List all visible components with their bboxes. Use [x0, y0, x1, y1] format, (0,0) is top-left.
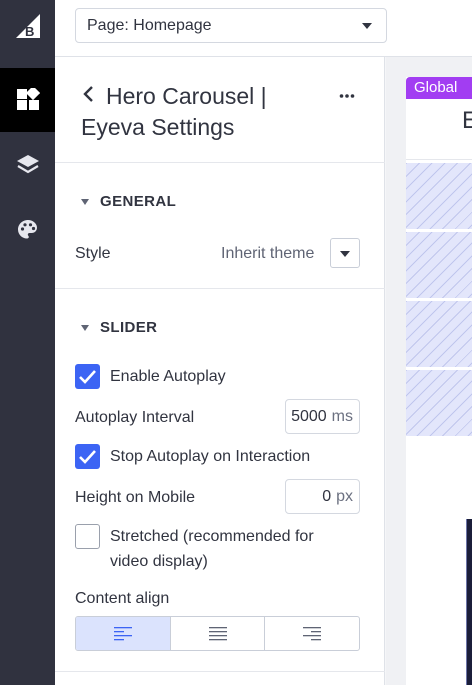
caret-down-icon [81, 198, 89, 205]
height-mobile-label: Height on Mobile [75, 489, 196, 506]
widgets-icon [16, 88, 40, 110]
panel-header: Hero Carousel | Eyeva Settings [55, 57, 385, 163]
top-bar: Page: Homepage [55, 0, 472, 57]
stop-autoplay-checkbox[interactable] [75, 444, 100, 469]
checkmark-icon [79, 370, 96, 384]
align-left-icon [113, 626, 132, 640]
preview-frame[interactable]: Global E [406, 77, 472, 685]
stretched-label[interactable]: Stretched (recommended for video display… [110, 524, 350, 574]
global-region-tag: Global [406, 77, 472, 99]
slider-section-toggle[interactable]: SLIDER [81, 319, 157, 336]
divider [55, 288, 385, 289]
preview-carousel-slide[interactable] [466, 519, 472, 685]
stop-autoplay-label[interactable]: Stop Autoplay on Interaction [110, 444, 310, 469]
enable-autoplay-checkbox[interactable] [75, 364, 100, 389]
checkmark-icon [79, 450, 96, 464]
bigcommerce-logo[interactable]: B [0, 0, 55, 52]
autoplay-interval-label: Autoplay Interval [75, 409, 195, 426]
caret-down-icon [340, 251, 350, 257]
content-align-segmented [75, 616, 360, 651]
widget-placeholder[interactable] [406, 161, 472, 229]
widget-settings-panel: Hero Carousel | Eyeva Settings GENERAL S… [55, 57, 385, 685]
bigcommerce-logo-icon: B [15, 14, 40, 39]
align-right-button[interactable] [265, 617, 359, 650]
autoplay-interval-value: 5000 [291, 407, 327, 425]
autoplay-interval-input[interactable]: 5000 ms [285, 399, 360, 434]
palette-icon [17, 220, 37, 239]
stretched-checkbox[interactable] [75, 524, 100, 549]
enable-autoplay-label[interactable]: Enable Autoplay [110, 364, 226, 389]
general-section-heading: GENERAL [100, 193, 177, 210]
left-rail: B [0, 0, 55, 685]
caret-down-icon [81, 324, 89, 331]
page-select-dropdown[interactable]: Page: Homepage [75, 8, 387, 43]
general-section-toggle[interactable]: GENERAL [81, 193, 176, 210]
style-value: Inherit theme [221, 245, 315, 262]
style-label: Style [75, 245, 111, 262]
style-dropdown-button[interactable] [330, 238, 360, 268]
panel-title: Hero Carousel | Eyeva Settings [81, 83, 267, 140]
height-mobile-input[interactable]: 0 px [285, 479, 360, 514]
content-align-label: Content align [75, 590, 170, 607]
rail-theme-styles-button[interactable] [0, 198, 55, 262]
slider-section-heading: SLIDER [100, 319, 158, 336]
divider [55, 671, 385, 672]
layers-icon [16, 155, 39, 174]
svg-text:B: B [25, 24, 34, 39]
widget-placeholder[interactable] [406, 368, 472, 436]
align-center-button[interactable] [171, 617, 266, 650]
height-mobile-value: 0 [322, 487, 332, 505]
autoplay-interval-unit: ms [331, 407, 353, 425]
preview-header: E [406, 99, 472, 160]
height-mobile-unit: px [336, 487, 353, 505]
align-left-button[interactable] [76, 617, 171, 650]
page-select-value: Page: Homepage [87, 16, 212, 34]
align-center-icon [208, 626, 227, 640]
align-right-icon [303, 626, 322, 640]
rail-widgets-button[interactable] [0, 68, 55, 132]
rail-layers-button[interactable] [0, 133, 55, 197]
page-preview: Global E [386, 57, 472, 685]
preview-heading-text: E [462, 107, 472, 134]
widget-placeholder[interactable] [406, 299, 472, 367]
more-options-icon[interactable] [339, 93, 355, 99]
widget-placeholder[interactable] [406, 230, 472, 298]
caret-down-icon [362, 23, 372, 29]
